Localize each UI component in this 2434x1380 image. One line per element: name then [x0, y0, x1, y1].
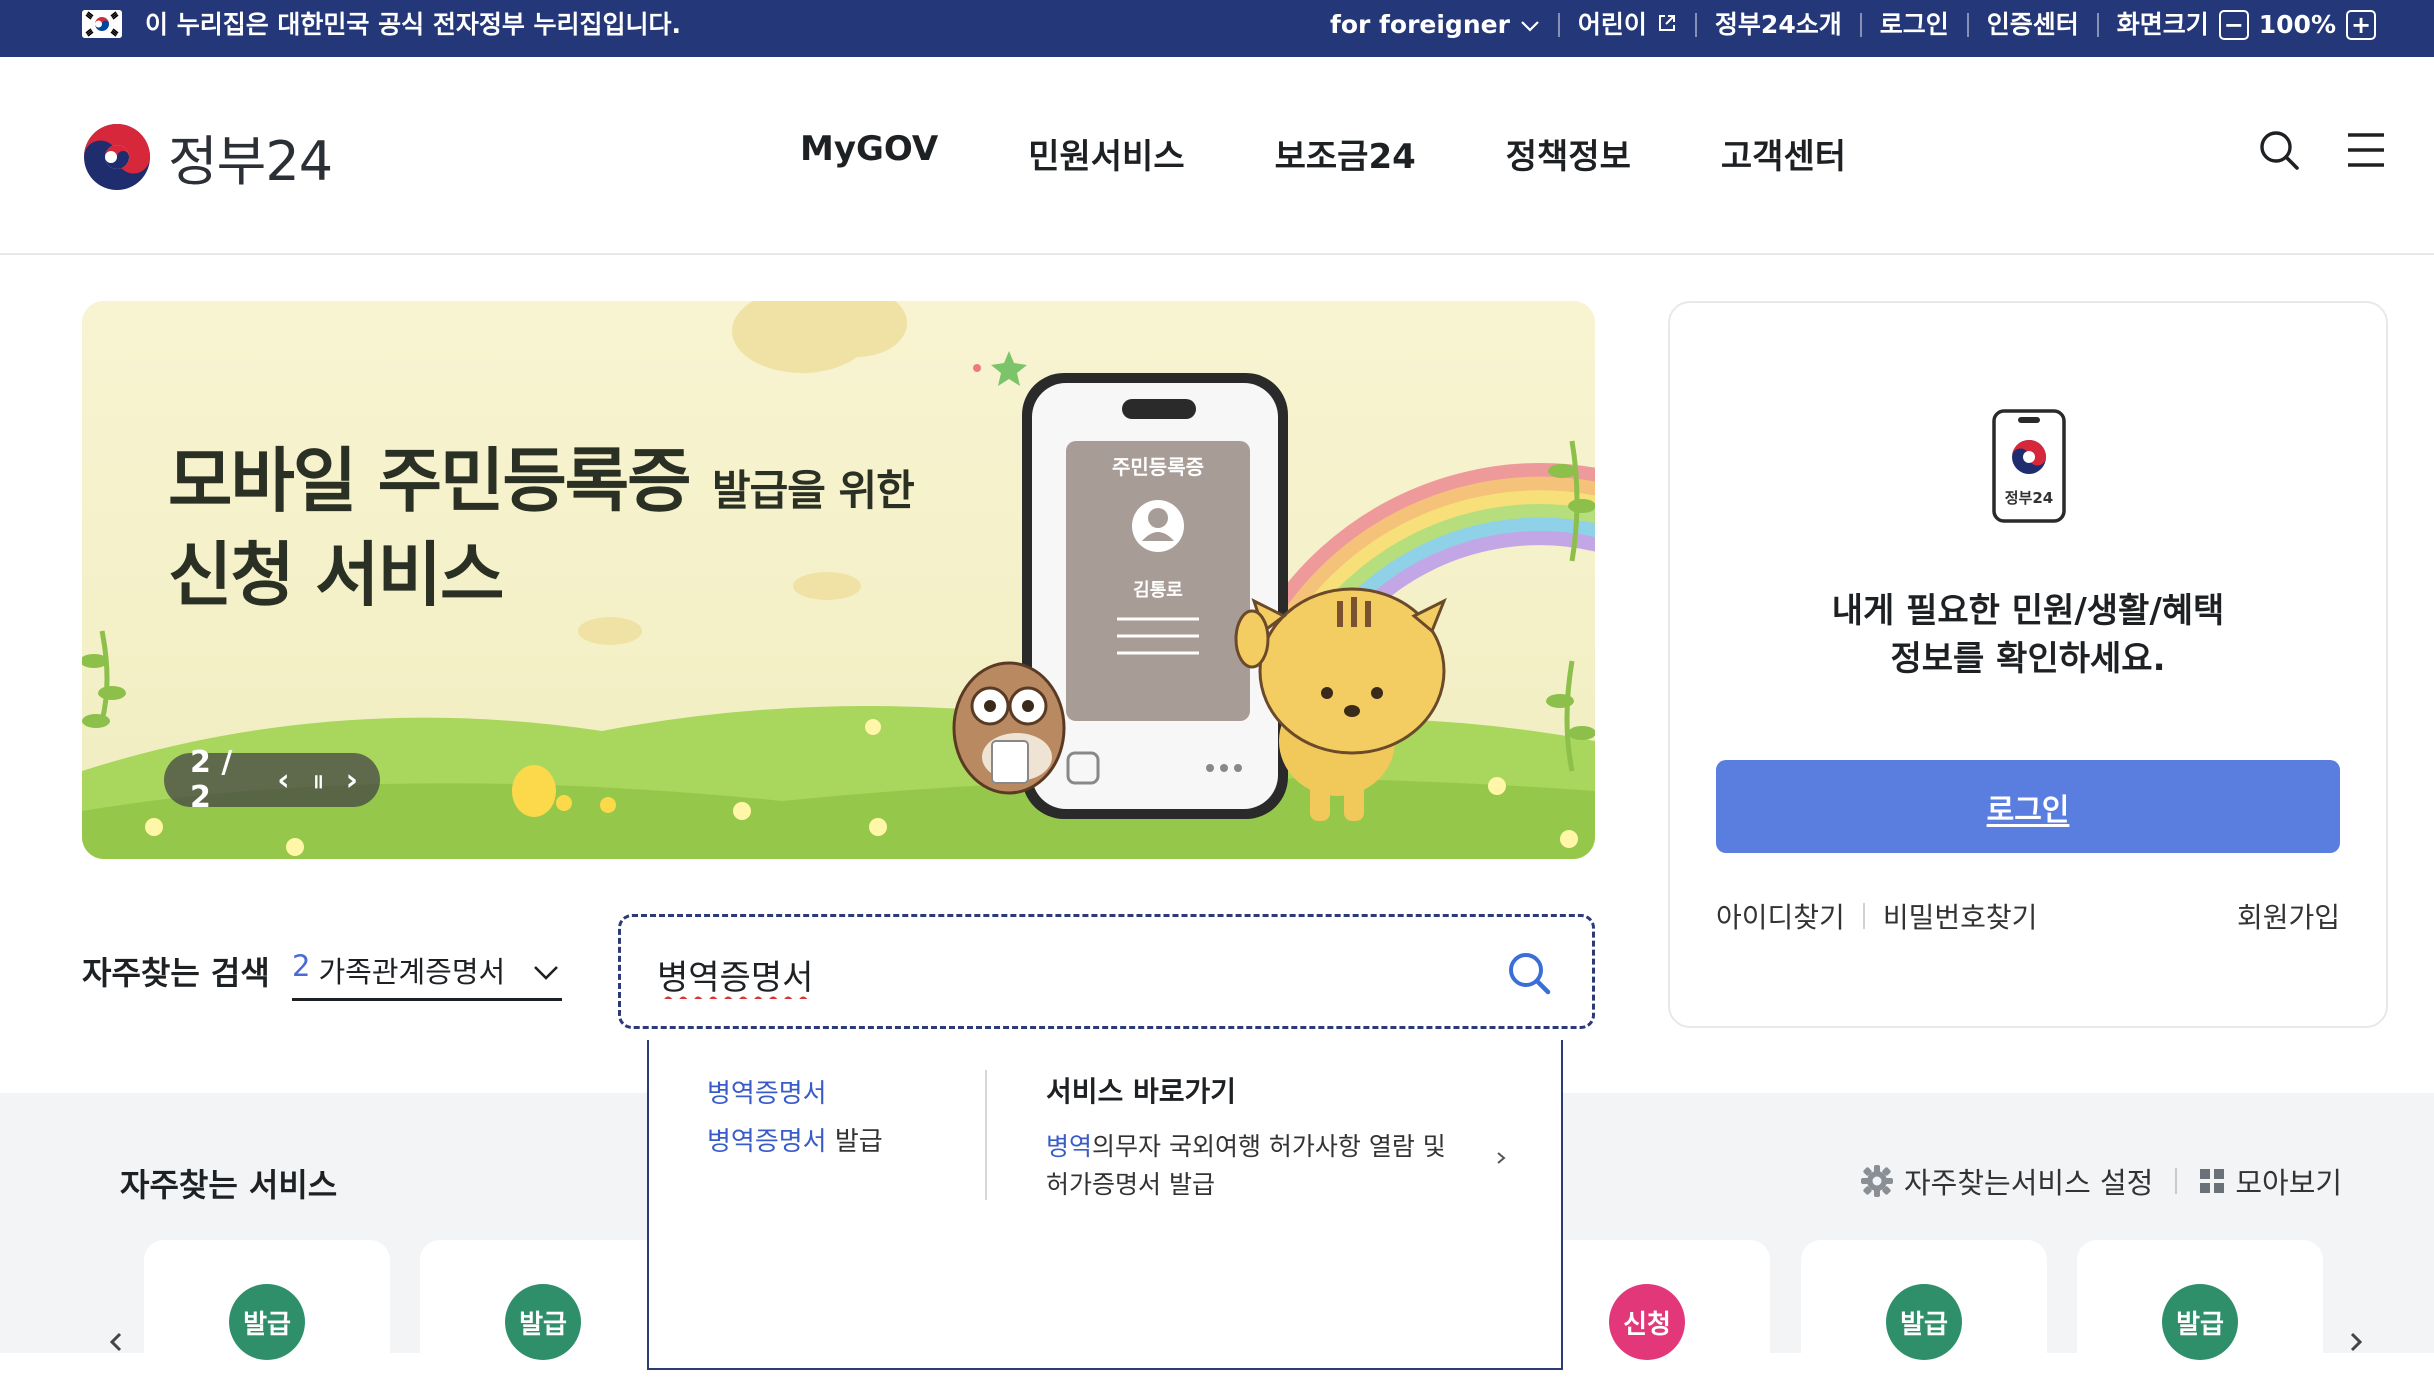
site-header: 정부24 MyGOV 민원서비스 보조금24 정책정보 고객센터 — [0, 57, 2434, 255]
service-card[interactable]: 발급 — [2077, 1240, 2323, 1380]
banner-pause-button[interactable]: ॥ — [312, 767, 324, 794]
service-card[interactable]: 발급 — [1801, 1240, 2047, 1380]
banner-card-name: 김통로 — [1133, 580, 1183, 601]
hamburger-menu-icon[interactable] — [2346, 132, 2386, 172]
mobile-app-icon — [1992, 409, 2066, 527]
view-all-button[interactable]: 모아보기 — [2199, 1160, 2342, 1202]
taegeuk-logo-icon — [84, 123, 150, 190]
banner-pager: 2 / 2 ‹ ॥ › — [164, 745, 380, 815]
shortcut-title: 서비스 바로가기 — [1046, 1075, 1237, 1108]
service-badge: 발급 — [229, 1284, 305, 1360]
utility-links: for foreigner 어린이 정부24소개 로그인 인증센터 화면크기 −… — [1330, 8, 2386, 42]
suggestion-item[interactable]: 병역증명서 — [707, 1070, 883, 1118]
divider — [1859, 13, 1862, 37]
find-id-link[interactable]: 아이디찾기 — [1716, 896, 1845, 936]
gov-notice: 이 누리집은 대한민국 공식 전자정부 누리집입니다. — [145, 10, 682, 39]
korea-flag-icon — [82, 10, 122, 38]
zoom-value: 100% — [2258, 10, 2336, 39]
zoom-label: 화면크기 — [2116, 10, 2209, 39]
services-controls: 자주찾는서비스 설정 모아보기 — [1860, 1160, 2342, 1202]
shortcut-link[interactable]: 병역의무자 국외여행 허가사항 열람 및 허가증명서 발급 — [1046, 1128, 1476, 1204]
divider — [985, 1070, 987, 1200]
divider — [1694, 13, 1697, 37]
divider — [2096, 13, 2099, 37]
frequent-search-term: 가족관계증명서 — [318, 955, 506, 989]
grid-icon — [2200, 1169, 2225, 1193]
service-card[interactable]: 발급 — [420, 1240, 666, 1380]
frequent-services-title: 자주찾는 서비스 — [120, 1166, 338, 1204]
main-nav: MyGOV 민원서비스 보조금24 정책정보 고객센터 — [800, 129, 1936, 178]
divider — [1966, 13, 1969, 37]
frequent-search-select[interactable]: 2 가족관계증명서 — [292, 943, 562, 1001]
nav-customer-center[interactable]: 고객센터 — [1721, 129, 1846, 178]
login-link[interactable]: 로그인 — [1880, 8, 1949, 42]
gear-icon — [1861, 1165, 1893, 1197]
carousel-next-icon[interactable] — [2344, 1330, 2368, 1358]
nav-civil-service[interactable]: 민원서비스 — [1028, 129, 1184, 178]
signup-link[interactable]: 회원가입 — [2237, 896, 2340, 936]
suggestion-list: 병역증명서 병역증명서 발급 — [707, 1070, 883, 1166]
about-link[interactable]: 정부24소개 — [1715, 8, 1842, 42]
cert-center-link[interactable]: 인증센터 — [1987, 8, 2079, 42]
search-input[interactable] — [657, 947, 1477, 1001]
banner-prev-button[interactable]: ‹ — [277, 763, 289, 798]
settings-button[interactable]: 자주찾는서비스 설정 — [1860, 1160, 2153, 1202]
zoom-out-button[interactable]: − — [2218, 10, 2249, 40]
chevron-down-icon — [1520, 8, 1540, 42]
service-card[interactable]: 발급 — [144, 1240, 390, 1380]
banner-next-button[interactable]: › — [346, 763, 358, 798]
utility-bar: 이 누리집은 대한민국 공식 전자정부 누리집입니다. for foreigne… — [0, 0, 2434, 57]
login-button[interactable]: 로그인 — [1716, 760, 2340, 853]
divider — [2175, 1168, 2178, 1194]
nav-policy-info[interactable]: 정책정보 — [1506, 129, 1631, 178]
banner-page-count: 2 / 2 — [190, 745, 233, 815]
external-link-icon — [1657, 8, 1677, 42]
carousel-prev-icon[interactable] — [104, 1330, 128, 1358]
kids-link[interactable]: 어린이 — [1578, 8, 1677, 42]
login-message: 내게 필요한 민원/생활/혜택 정보를 확인하세요. — [1831, 591, 2225, 679]
banner-title: 모바일 주민등록증 발급을 위한 신청 서비스 — [168, 440, 915, 616]
divider — [1557, 13, 1560, 37]
find-password-link[interactable]: 비밀번호찾기 — [1883, 896, 2038, 936]
chevron-down-icon — [532, 955, 560, 989]
divider — [1862, 903, 1865, 929]
app-label: 정부24 — [2004, 489, 2054, 507]
banner-card-title: 주민등록증 — [1112, 455, 1204, 479]
frequent-search-rank: 2 — [292, 949, 311, 983]
main-banner[interactable]: 모바일 주민등록증 발급을 위한 신청 서비스 주민등록증 김통로 2 / 2 … — [82, 301, 1595, 859]
service-badge: 발급 — [2162, 1284, 2238, 1360]
account-links: 아이디찾기 비밀번호찾기 회원가입 — [1716, 896, 2340, 936]
logo-text: 정부24 — [168, 130, 333, 193]
nav-subsidy24[interactable]: 보조금24 — [1275, 129, 1416, 178]
nav-mygov[interactable]: MyGOV — [800, 129, 938, 178]
service-badge: 발급 — [505, 1284, 581, 1360]
search-box — [618, 914, 1595, 1029]
for-foreigner-link[interactable]: for foreigner — [1330, 8, 1540, 42]
login-card: 정부24 내게 필요한 민원/생활/혜택 정보를 확인하세요. 로그인 아이디찾… — [1668, 301, 2388, 1028]
search-autocomplete: 병역증명서 병역증명서 발급 서비스 바로가기 병역의무자 국외여행 허가사항 … — [647, 1040, 1563, 1370]
zoom-in-button[interactable]: + — [2346, 10, 2376, 40]
chevron-right-icon — [1495, 1150, 1507, 1170]
frequent-search-label: 자주찾는 검색 — [82, 954, 270, 992]
service-badge: 발급 — [1886, 1284, 1962, 1360]
search-icon[interactable] — [2258, 129, 2300, 175]
service-badge: 신청 — [1609, 1284, 1685, 1360]
search-icon — [1509, 953, 1551, 995]
search-submit-button[interactable] — [1506, 950, 1552, 1000]
gov24-logo[interactable]: 정부24 — [82, 117, 333, 196]
suggestion-item[interactable]: 병역증명서 발급 — [707, 1118, 883, 1166]
